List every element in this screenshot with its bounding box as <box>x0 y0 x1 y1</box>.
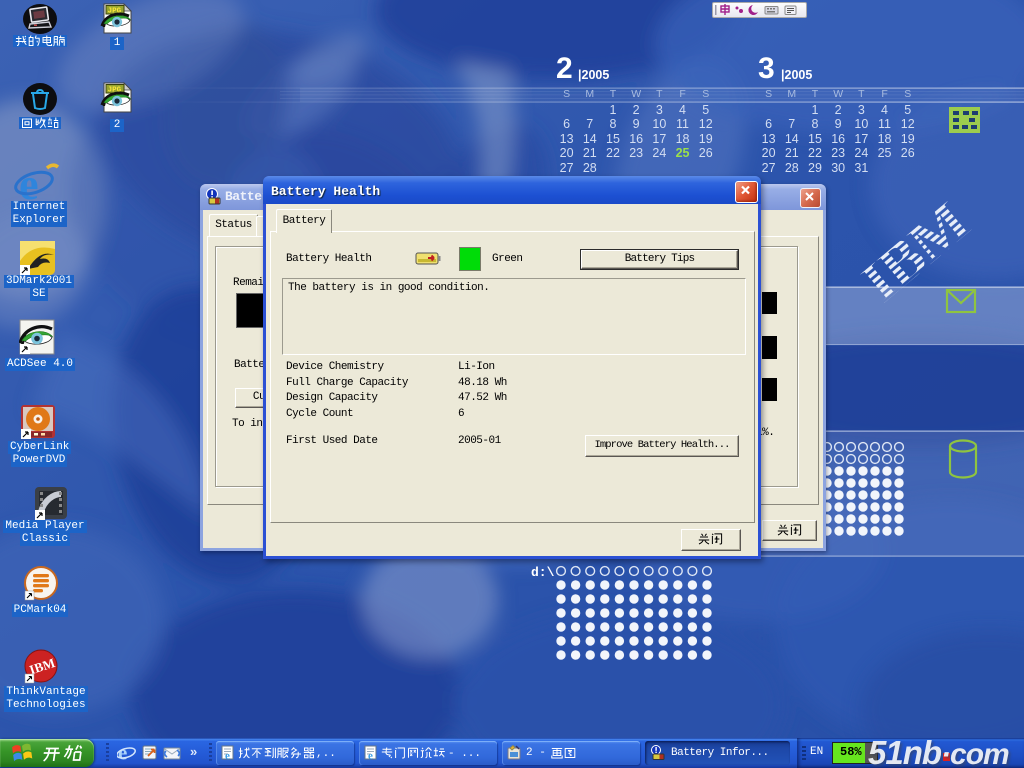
svg-text:e: e <box>118 743 127 763</box>
svg-text:»: » <box>190 744 197 759</box>
svg-text:- ...: - ... <box>448 748 481 760</box>
svg-text:d:\: d:\ <box>531 565 555 580</box>
svg-text:e: e <box>225 750 230 761</box>
svg-text:,...: ,... <box>316 748 338 760</box>
svg-text:e: e <box>368 750 373 761</box>
svg-text:e: e <box>19 162 39 204</box>
